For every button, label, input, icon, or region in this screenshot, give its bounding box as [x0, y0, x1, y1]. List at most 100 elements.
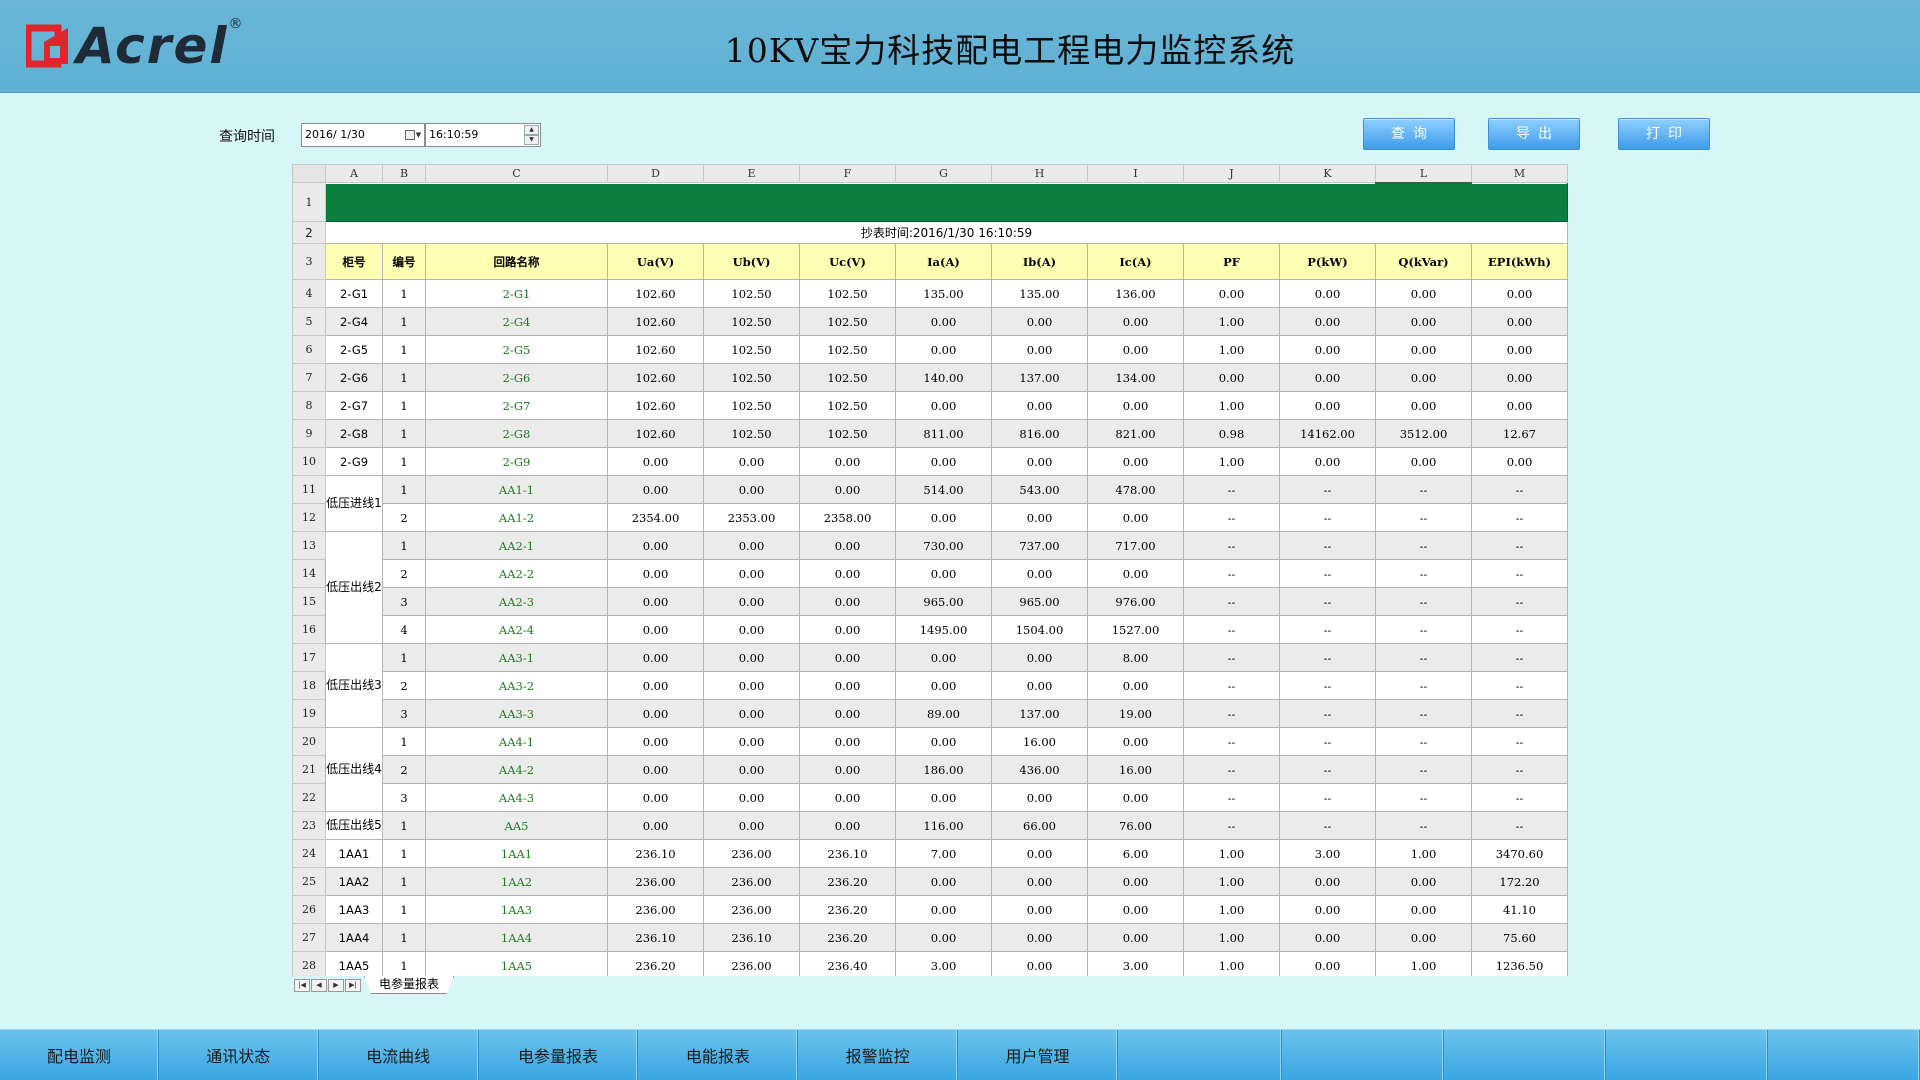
spin-down-icon[interactable]: ▼ — [524, 135, 539, 145]
table-row[interactable]: 22 3 AA4-3 0.00 0.00 0.00 0.00 0.00 0.00 -- -- -- -- — [292, 783, 1568, 812]
nav-item-1[interactable]: 通讯状态 — [159, 1030, 319, 1080]
table-row[interactable]: 16 4 AA2-4 0.00 0.00 0.00 1495.00 1504.00 1527.0… — [292, 615, 1568, 644]
row-number[interactable]: 16 — [292, 615, 326, 644]
prev-sheet-icon[interactable]: ◀ — [311, 979, 327, 992]
sheet-tab-electrical-params[interactable]: 电参量报表 — [364, 976, 455, 994]
nav-item-5[interactable]: 报警监控 — [798, 1030, 959, 1080]
nav-item-empty[interactable] — [1606, 1030, 1768, 1080]
row-number[interactable]: 8 — [292, 391, 326, 420]
table-row[interactable]: 19 3 AA3-3 0.00 0.00 0.00 89.00 137.00 19.00 -- --… — [292, 699, 1568, 728]
table-row[interactable]: 23 低压出线5 1 AA5 0.00 0.00 0.00 116.00 66.00 76.00-… — [292, 811, 1568, 840]
next-sheet-icon[interactable]: ▶ — [328, 979, 344, 992]
row-number[interactable]: 15 — [292, 587, 326, 616]
nav-item-empty[interactable] — [1768, 1030, 1920, 1080]
table-row[interactable]: 6 2-G5 1 2-G5 102.60 102.50 102.50 0.00 0.00 0.00… — [292, 335, 1568, 364]
time-spinner[interactable]: ▲ ▼ — [524, 125, 539, 145]
column-header-d[interactable]: D — [607, 164, 704, 183]
row-number[interactable]: 18 — [292, 671, 326, 700]
export-button[interactable]: 导出 — [1488, 118, 1580, 150]
table-row[interactable]: 8 2-G7 1 2-G7 102.60 102.50 102.50 0.00 0.00 0.00… — [292, 391, 1568, 420]
table-row[interactable]: 10 2-G9 1 2-G9 0.00 0.00 0.00 0.00 0.00 0.00 1.00 0… — [292, 447, 1568, 476]
row-number[interactable]: 9 — [292, 419, 326, 448]
table-row[interactable]: 20 低压出线4 1 AA4-1 0.00 0.00 0.00 0.00 16.00 0.00 --… — [292, 727, 1568, 812]
value-cell: 0.00 — [895, 923, 992, 952]
table-row[interactable]: 18 2 AA3-2 0.00 0.00 0.00 0.00 0.00 0.00 -- -- -- -- — [292, 671, 1568, 700]
nav-item-6[interactable]: 用户管理 — [958, 1030, 1118, 1080]
row-number[interactable]: 2 — [292, 221, 326, 244]
column-header-j[interactable]: J — [1183, 164, 1280, 183]
row-number[interactable]: 24 — [292, 839, 326, 868]
row-number[interactable]: 23 — [292, 811, 326, 840]
calendar-dropdown-button[interactable]: ▼ — [404, 127, 422, 143]
row-number[interactable]: 17 — [292, 643, 326, 672]
nav-item-empty[interactable] — [1282, 1030, 1445, 1080]
row-number[interactable]: 12 — [292, 503, 326, 532]
row-number[interactable]: 6 — [292, 335, 326, 364]
row-number[interactable]: 13 — [292, 531, 326, 560]
nav-item-2[interactable]: 电流曲线 — [319, 1030, 479, 1080]
row-number[interactable]: 4 — [292, 279, 326, 308]
nav-item-4[interactable]: 电能报表 — [638, 1030, 799, 1080]
column-header-m[interactable]: M — [1471, 164, 1568, 183]
column-header-a[interactable]: A — [325, 164, 383, 183]
table-row[interactable]: 21 2 AA4-2 0.00 0.00 0.00 186.00 436.00 16.00 -- -… — [292, 755, 1568, 784]
nav-item-0[interactable]: 配电监测 — [0, 1030, 159, 1080]
row-number[interactable]: 1 — [292, 182, 326, 222]
value-cell: -- — [1279, 643, 1376, 672]
row-number[interactable]: 5 — [292, 307, 326, 336]
cabinet-cell: 2-G9 — [325, 447, 383, 476]
table-row[interactable]: 13 低压出线2 1 AA2-1 0.00 0.00 0.00 730.00 737.00 717… — [292, 531, 1568, 644]
first-sheet-icon[interactable]: |◀ — [294, 979, 310, 992]
column-header-i[interactable]: I — [1087, 164, 1184, 183]
table-row[interactable]: 17 低压出线3 1 AA3-1 0.00 0.00 0.00 0.00 0.00 8.00 -- -… — [292, 643, 1568, 728]
table-row[interactable]: 9 2-G8 1 2-G8 102.60 102.50 102.50 811.00 816.00… — [292, 419, 1568, 448]
column-header-k[interactable]: K — [1279, 164, 1376, 183]
table-row[interactable]: 26 1AA3 1 1AA3 236.00 236.00 236.20 0.00 0.00 0.0… — [292, 895, 1568, 924]
column-header-f[interactable]: F — [799, 164, 896, 183]
table-row[interactable]: 4 2-G1 1 2-G1 102.60 102.50 102.50 135.00 135.00… — [292, 279, 1568, 308]
table-row[interactable]: 7 2-G6 1 2-G6 102.60 102.50 102.50 140.00 137.00… — [292, 363, 1568, 392]
column-header-e[interactable]: E — [703, 164, 800, 183]
column-header-l[interactable]: L — [1375, 164, 1472, 184]
table-row[interactable]: 5 2-G4 1 2-G4 102.60 102.50 102.50 0.00 0.00 0.00… — [292, 307, 1568, 336]
column-header-c[interactable]: C — [425, 164, 608, 183]
table-row[interactable]: 12 2 AA1-2 2354.00 2353.00 2358.00 0.00 0.00 0.0… — [292, 503, 1568, 532]
row-number[interactable]: 22 — [292, 783, 326, 812]
table-row[interactable]: 24 1AA1 1 1AA1 236.10 236.00 236.10 7.00 0.00 6.0… — [292, 839, 1568, 868]
row-number[interactable]: 21 — [292, 755, 326, 784]
table-row[interactable]: 28 1AA5 1 1AA5 236.20 236.00 236.40 3.00 0.00 3.0… — [292, 951, 1568, 976]
row-number[interactable]: 25 — [292, 867, 326, 896]
table-row[interactable]: 27 1AA4 1 1AA4 236.10 236.10 236.20 0.00 0.00 0.0… — [292, 923, 1568, 952]
spin-up-icon[interactable]: ▲ — [524, 125, 539, 135]
value-cell: 0.00 — [799, 615, 896, 644]
report-spreadsheet[interactable]: A B C D E F G H I J K L M 1 2 抄表时间:2016/1/30 16:10:59 3 柜… — [292, 164, 1568, 976]
value-cell: -- — [1471, 643, 1568, 672]
query-button[interactable]: 查询 — [1363, 118, 1455, 150]
nav-item-3[interactable]: 电参量报表 — [479, 1030, 639, 1080]
row-number[interactable]: 3 — [292, 243, 326, 280]
nav-item-empty[interactable] — [1444, 1030, 1607, 1080]
table-row[interactable]: 15 3 AA2-3 0.00 0.00 0.00 965.00 965.00 976.00 --… — [292, 587, 1568, 616]
table-row[interactable]: 25 1AA2 1 1AA2 236.00 236.00 236.20 0.00 0.00 0.0… — [292, 867, 1568, 896]
row-number[interactable]: 27 — [292, 923, 326, 952]
table-row[interactable]: 11 低压进线1 1 AA1-1 0.00 0.00 0.00 514.00 543.00 478… — [292, 475, 1568, 532]
table-row[interactable]: 14 2 AA2-2 0.00 0.00 0.00 0.00 0.00 0.00 -- -- -- -- — [292, 559, 1568, 588]
last-sheet-icon[interactable]: ▶| — [345, 979, 361, 992]
row-number[interactable]: 26 — [292, 895, 326, 924]
time-picker[interactable]: 16:10:59 ▲ ▼ — [425, 123, 541, 147]
row-number[interactable]: 7 — [292, 363, 326, 392]
row-number[interactable]: 10 — [292, 447, 326, 476]
print-button[interactable]: 打印 — [1618, 118, 1710, 150]
nav-item-empty[interactable] — [1118, 1030, 1282, 1080]
date-picker[interactable]: 2016/ 1/30 ▼ — [301, 123, 425, 147]
column-header-h[interactable]: H — [991, 164, 1088, 183]
row-number[interactable]: 19 — [292, 699, 326, 728]
value-cell: 1 — [382, 811, 426, 840]
row-number[interactable]: 11 — [292, 475, 326, 504]
row-number[interactable]: 14 — [292, 559, 326, 588]
row-number[interactable]: 28 — [292, 951, 326, 976]
column-header-b[interactable]: B — [382, 164, 426, 183]
row-number[interactable]: 20 — [292, 727, 326, 756]
select-all-corner[interactable] — [292, 164, 326, 183]
column-header-g[interactable]: G — [895, 164, 992, 183]
